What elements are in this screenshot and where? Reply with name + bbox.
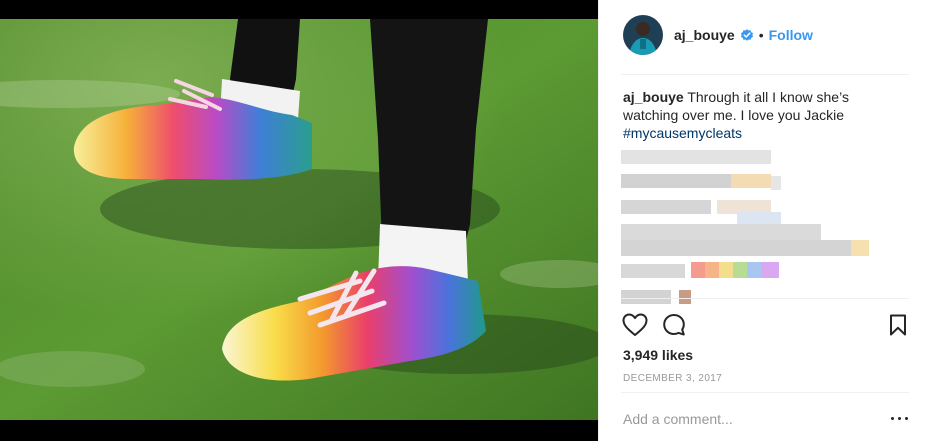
- post-date[interactable]: DECEMBER 3, 2017: [623, 373, 722, 384]
- likes-count[interactable]: 3,949 likes: [623, 347, 693, 363]
- avatar-image: [623, 15, 663, 55]
- avatar[interactable]: [623, 15, 663, 55]
- caption-hashtag-link[interactable]: #mycausemycleats: [623, 125, 742, 141]
- post-actions: [621, 313, 909, 339]
- caption-username[interactable]: aj_bouye: [623, 89, 684, 105]
- more-options-icon[interactable]: [891, 412, 909, 424]
- comment-divider: [621, 392, 909, 393]
- follow-button[interactable]: Follow: [769, 27, 813, 43]
- heart-icon[interactable]: [622, 313, 648, 337]
- post-caption: aj_bouye Through it all I know she’s wat…: [623, 88, 893, 142]
- cleats-photo: [0, 19, 598, 420]
- post-media[interactable]: [0, 0, 598, 441]
- post-photo[interactable]: [0, 19, 598, 420]
- post-header: aj_bouye • Follow: [623, 14, 813, 56]
- blurred-comments: [621, 148, 911, 308]
- verified-badge-icon: [740, 29, 753, 41]
- caption-divider: [621, 298, 909, 299]
- header-separator: •: [758, 27, 764, 43]
- bookmark-icon[interactable]: [889, 314, 907, 336]
- post-details-panel: aj_bouye • Follow aj_bouye Through it al…: [598, 0, 931, 441]
- post-author-username[interactable]: aj_bouye: [674, 27, 735, 43]
- add-comment-input[interactable]: [623, 411, 843, 427]
- comment-bubble-icon[interactable]: [662, 313, 686, 337]
- header-divider: [621, 74, 909, 75]
